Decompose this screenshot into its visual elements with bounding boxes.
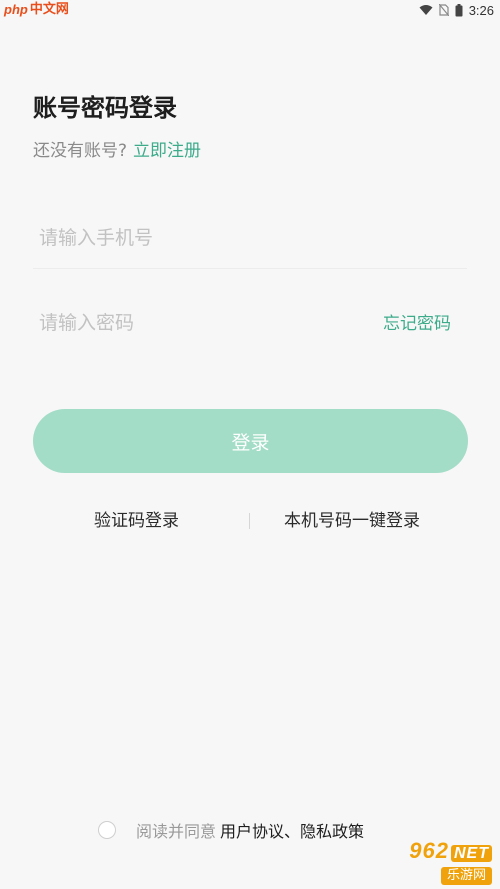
logo-brand-row: 962 NET <box>409 837 492 865</box>
sms-login-link[interactable]: 验证码登录 <box>94 508 179 534</box>
status-icons: 3:26 <box>413 2 494 18</box>
watermark-logo: php 中文网 <box>4 2 69 18</box>
alt-login-divider <box>249 513 250 529</box>
logo-cn: 乐游网 <box>440 866 492 885</box>
status-time: 3:26 <box>468 2 494 18</box>
phone-field-divider <box>33 268 467 269</box>
register-prompt: 还没有账号? 立即注册 <box>33 139 201 163</box>
agreement-checkbox[interactable] <box>98 821 116 839</box>
watermark-cn: 中文网 <box>29 2 69 17</box>
battery-icon <box>455 3 463 17</box>
corner-watermark-logo: 962 NET 乐游网 <box>372 837 492 885</box>
agreement-prefix: 阅读并同意 <box>136 822 217 841</box>
no-sim-icon <box>438 4 449 16</box>
logo-brand: 962 <box>409 837 449 863</box>
login-button[interactable]: 登录 <box>33 409 468 473</box>
watermark-php: php <box>4 2 28 17</box>
phone-input[interactable] <box>33 218 339 258</box>
status-bar: php 中文网 3:26 <box>0 0 500 22</box>
privacy-policy-link[interactable]: 隐私政策 <box>300 818 364 842</box>
logo-net: NET <box>451 844 492 862</box>
forgot-password-link[interactable]: 忘记密码 <box>383 312 451 336</box>
phone-field <box>33 218 467 269</box>
no-account-text: 还没有账号? <box>33 141 128 161</box>
page-title: 账号密码登录 <box>33 94 177 122</box>
one-click-login-link[interactable]: 本机号码一键登录 <box>284 508 420 534</box>
password-field: 忘记密码 <box>33 303 467 347</box>
register-link[interactable]: 立即注册 <box>133 141 201 161</box>
agreement-separator: 、 <box>284 822 301 841</box>
user-agreement-link[interactable]: 用户协议 <box>220 818 284 842</box>
agreement-row: 阅读并同意 用户协议、隐私政策 <box>98 818 364 842</box>
wifi-icon <box>419 4 433 16</box>
password-input[interactable] <box>33 303 339 343</box>
